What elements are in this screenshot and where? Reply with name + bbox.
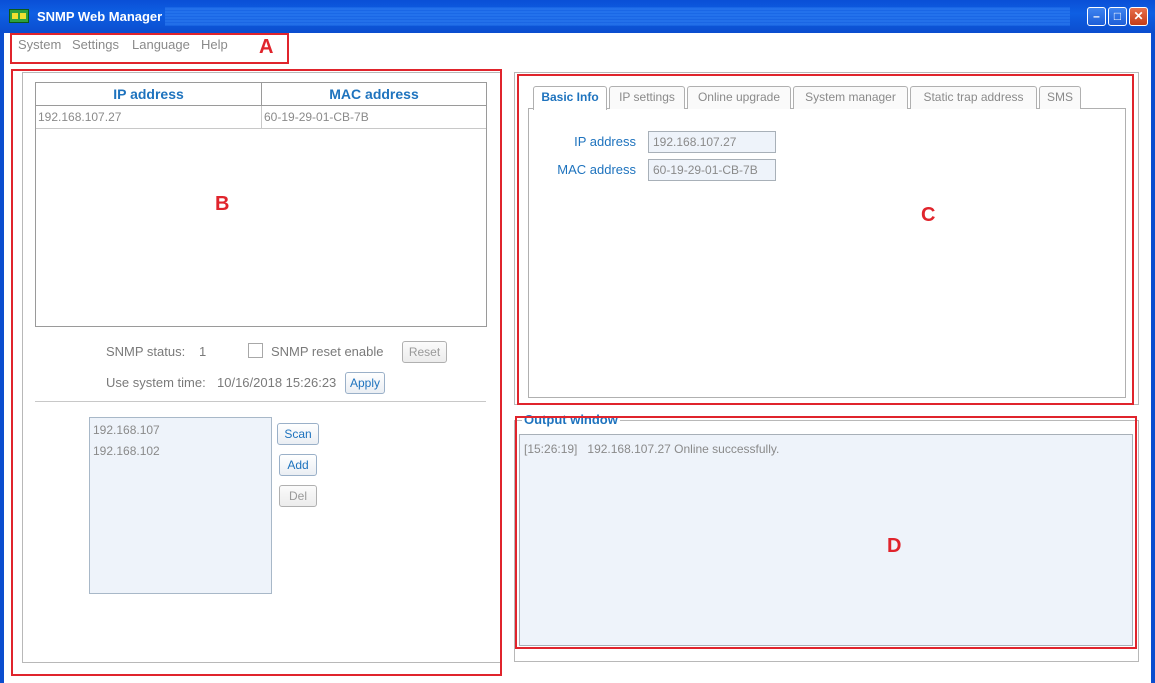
annotation-box-b	[11, 69, 502, 676]
title-bar-stripes	[165, 7, 1070, 26]
app-icon	[9, 9, 29, 23]
window-frame-right	[1151, 33, 1155, 683]
annotation-box-c	[517, 74, 1134, 405]
annotation-label-b: B	[215, 193, 230, 215]
annotation-label-c: C	[921, 204, 936, 226]
tab-basic-info[interactable]: Basic Info	[533, 86, 607, 110]
minimize-button[interactable]: –	[1087, 7, 1106, 26]
window-frame-left	[0, 33, 4, 683]
annotation-box-a	[10, 33, 289, 64]
window-title: SNMP Web Manager	[37, 9, 163, 24]
title-bar[interactable]	[0, 0, 1155, 33]
close-button[interactable]: ✕	[1129, 7, 1148, 26]
annotation-label-d: D	[887, 535, 902, 557]
annotation-box-d	[515, 416, 1137, 649]
annotation-label-a: A	[259, 36, 274, 58]
maximize-button[interactable]: □	[1108, 7, 1127, 26]
